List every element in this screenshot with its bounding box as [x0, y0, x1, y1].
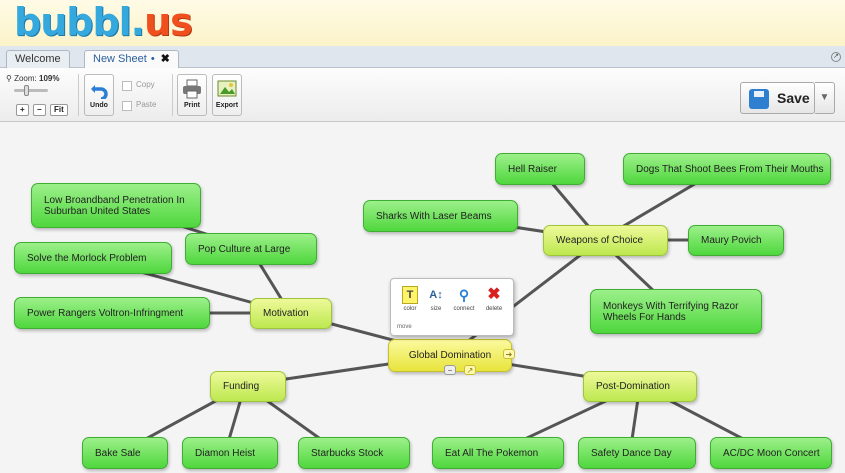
node-power-rangers[interactable]: Power Rangers Voltron-Infringment [14, 297, 210, 329]
save-label: Save [777, 90, 810, 106]
tab-new-sheet-label: New Sheet [93, 53, 147, 65]
toolbar: ⚲ Zoom: 109% + − Fit Undo Copy Paste Pri… [0, 68, 845, 122]
node-funding[interactable]: Funding [210, 371, 286, 402]
node-label: Starbucks Stock [311, 447, 384, 459]
bubblus-logo[interactable]: bubbl.us [14, 0, 193, 44]
node-label: Funding [223, 381, 260, 392]
move-handle[interactable]: move [397, 324, 412, 330]
node-label: Bake Sale [95, 447, 141, 459]
paste-button[interactable]: Paste [118, 98, 168, 114]
zoom-label-text: Zoom: [14, 74, 37, 83]
tab-bar: Welcome New Sheet • ✖ ↗ [0, 46, 845, 69]
zoom-label: ⚲ Zoom: 109% [6, 74, 60, 83]
close-tab-icon[interactable]: ✖ [161, 53, 170, 65]
delete-button[interactable]: ✖ delete [481, 286, 507, 312]
node-post-domination[interactable]: Post-Domination [583, 371, 697, 402]
app-header: bubbl.us [0, 0, 845, 46]
paste-label: Paste [136, 100, 157, 109]
node-maury-povich[interactable]: Maury Povich [688, 225, 784, 256]
zoom-out-button[interactable]: − [33, 104, 46, 116]
zoom-slider-thumb[interactable] [24, 85, 29, 96]
print-button[interactable]: Print [177, 74, 207, 116]
zoom-in-button[interactable]: + [16, 104, 29, 116]
node-label: Pop Culture at Large [198, 243, 291, 255]
undo-icon [91, 85, 108, 99]
printer-icon [183, 79, 201, 99]
node-label: Post-Domination [596, 381, 670, 392]
node-monkeys[interactable]: Monkeys With Terrifying Razor Wheels For… [590, 289, 762, 334]
node-action-popup: T color A↕ size ⚲ connect ✖ delete move [390, 278, 514, 336]
undo-label: Undo [90, 102, 108, 109]
add-sibling-icon[interactable]: ↗ [464, 365, 476, 375]
font-size-icon: A↕ [429, 289, 443, 301]
node-label: Low Broandband Penetration In Suburban U… [44, 194, 185, 217]
node-dogs-bees[interactable]: Dogs That Shoot Bees From Their Mouths [623, 153, 831, 185]
print-label: Print [184, 102, 200, 109]
paste-icon [122, 101, 132, 111]
tab-welcome-label: Welcome [15, 53, 61, 65]
toolbar-divider [172, 74, 173, 116]
delete-label: delete [485, 306, 503, 312]
toolbar-divider [78, 74, 79, 116]
export-icon [217, 80, 237, 97]
node-sharks-lasers[interactable]: Sharks With Laser Beams [363, 200, 518, 232]
connect-button[interactable]: ⚲ connect [451, 286, 477, 312]
node-label: Weapons of Choice [556, 235, 644, 246]
export-button[interactable]: Export [212, 74, 242, 116]
node-label: Diamon Heist [195, 447, 256, 459]
tab-options-icon[interactable]: ↗ [831, 52, 841, 62]
add-child-arrow-icon[interactable]: ➜ [503, 349, 515, 359]
logo-accent-text: us [144, 0, 193, 44]
color-button[interactable]: T color [397, 286, 423, 312]
save-button[interactable]: Save [740, 82, 815, 114]
node-eat-pokemon[interactable]: Eat All The Pokemon [432, 437, 564, 469]
node-pop-culture[interactable]: Pop Culture at Large [185, 233, 317, 265]
size-button[interactable]: A↕ size [423, 286, 449, 312]
color-label: color [403, 306, 417, 312]
node-label: Eat All The Pokemon [445, 447, 539, 459]
tab-new-sheet[interactable]: New Sheet • ✖ [84, 50, 179, 69]
logo-main-text: bubbl. [14, 0, 145, 44]
node-broadband[interactable]: Low Broandband Penetration In Suburban U… [31, 183, 201, 228]
text-color-icon: T [402, 286, 418, 304]
node-bake-sale[interactable]: Bake Sale [82, 437, 168, 469]
unsaved-dot-icon: • [150, 53, 155, 65]
size-label: size [430, 306, 442, 312]
copy-label: Copy [136, 80, 155, 89]
node-hell-raiser[interactable]: Hell Raiser [495, 153, 585, 185]
save-menu-chevron-icon[interactable]: ▼ [815, 82, 835, 114]
node-acdc-concert[interactable]: AC/DC Moon Concert [710, 437, 832, 469]
node-morlock[interactable]: Solve the Morlock Problem [14, 242, 172, 274]
zoom-slider-track[interactable] [14, 89, 48, 92]
floppy-disk-icon [749, 89, 769, 109]
node-starbucks-stock[interactable]: Starbucks Stock [298, 437, 410, 469]
node-label: Power Rangers Voltron-Infringment [27, 307, 184, 319]
zoom-value: 109% [39, 74, 60, 83]
node-weapons-of-choice[interactable]: Weapons of Choice [543, 225, 668, 256]
connect-icon: ⚲ [458, 287, 470, 303]
node-safety-dance[interactable]: Safety Dance Day [578, 437, 696, 469]
export-label: Export [215, 102, 239, 109]
delete-x-icon: ✖ [487, 286, 501, 303]
copy-button[interactable]: Copy [118, 78, 168, 94]
node-motivation[interactable]: Motivation [250, 298, 332, 329]
node-label: Motivation [263, 308, 309, 319]
node-label: Global Domination [408, 350, 492, 361]
collapse-minus-icon[interactable]: − [444, 365, 456, 375]
node-label: Solve the Morlock Problem [27, 252, 147, 264]
node-label: Monkeys With Terrifying Razor Wheels For… [603, 300, 739, 323]
mind-map-canvas[interactable]: Hell Raiser Dogs That Shoot Bees From Th… [0, 123, 845, 473]
node-label: Hell Raiser [508, 163, 557, 175]
node-label: Safety Dance Day [591, 447, 672, 459]
node-label: Dogs That Shoot Bees From Their Mouths [636, 163, 824, 175]
node-label: Maury Povich [701, 235, 762, 246]
undo-button[interactable]: Undo [84, 74, 114, 116]
connect-label: connect [453, 306, 475, 312]
node-label: AC/DC Moon Concert [723, 447, 820, 459]
node-diamon-heist[interactable]: Diamon Heist [182, 437, 278, 469]
node-label: Sharks With Laser Beams [376, 210, 492, 222]
zoom-fit-button[interactable]: Fit [50, 104, 68, 116]
tab-welcome[interactable]: Welcome [6, 50, 70, 68]
copy-icon [122, 81, 132, 91]
